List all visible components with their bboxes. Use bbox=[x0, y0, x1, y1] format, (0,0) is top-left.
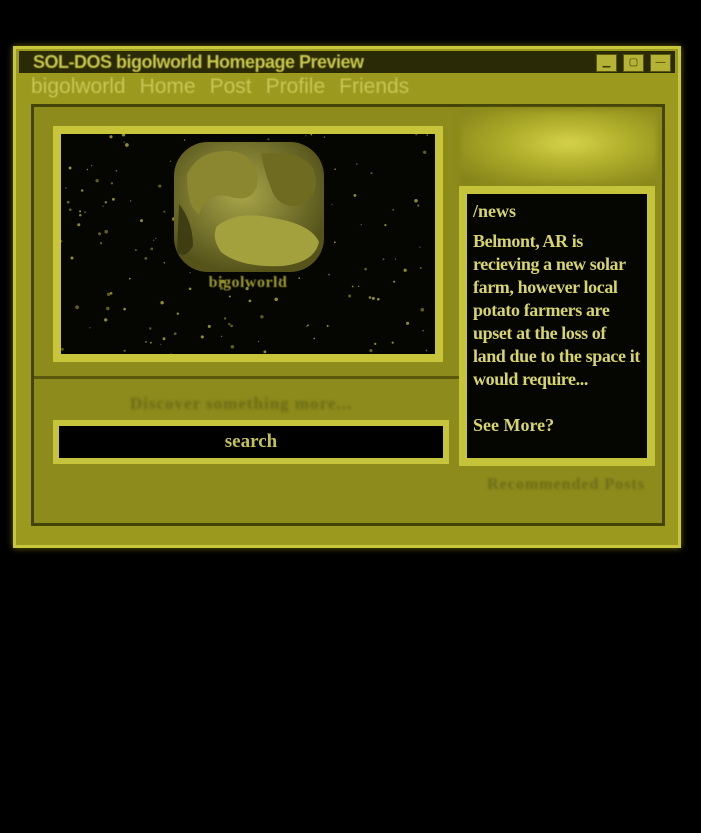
minimize-icon: ▁ bbox=[602, 57, 611, 68]
hero-banner: bigolworld bbox=[53, 126, 443, 362]
search-input[interactable] bbox=[59, 426, 443, 458]
close-icon: — bbox=[655, 57, 666, 68]
menu-item-bigolworld[interactable]: bigolworld bbox=[31, 75, 126, 99]
menu-bar: bigolworld Home Post Profile Friends bbox=[31, 75, 409, 99]
banner-logo-text: bigolworld bbox=[208, 274, 288, 291]
menu-item-friends[interactable]: Friends bbox=[339, 75, 409, 99]
app-window: SOL-DOS bigolworld Homepage Preview ▁ ▢ … bbox=[13, 46, 681, 548]
starfield-background: bigolworld bbox=[61, 134, 435, 354]
maximize-icon: ▢ bbox=[628, 57, 639, 68]
menu-item-home[interactable]: Home bbox=[140, 75, 196, 99]
news-content: /news Belmont, AR is recieving a new sol… bbox=[467, 194, 647, 458]
recommended-posts-label[interactable]: Recommended Posts bbox=[471, 476, 661, 493]
menu-item-profile[interactable]: Profile bbox=[266, 75, 326, 99]
see-more-link[interactable]: See More? bbox=[473, 415, 641, 436]
window-title: SOL-DOS bigolworld Homepage Preview bbox=[33, 51, 364, 72]
title-bar[interactable]: SOL-DOS bigolworld Homepage Preview ▁ ▢ … bbox=[19, 51, 675, 73]
minimize-button[interactable]: ▁ bbox=[596, 54, 617, 72]
maximize-button[interactable]: ▢ bbox=[623, 54, 644, 72]
discover-prompt: Discover something more... bbox=[129, 394, 353, 413]
search-box bbox=[53, 420, 449, 464]
section-divider bbox=[31, 376, 459, 379]
homepage-content: bigolworld Discover something more... /n… bbox=[31, 104, 665, 526]
close-button[interactable]: — bbox=[650, 54, 671, 72]
decorative-glow bbox=[461, 110, 657, 184]
news-heading: /news bbox=[473, 201, 517, 221]
window-controls: ▁ ▢ — bbox=[596, 54, 671, 72]
globe-logo-icon bbox=[174, 142, 324, 272]
news-panel: /news Belmont, AR is recieving a new sol… bbox=[459, 186, 655, 466]
menu-item-post[interactable]: Post bbox=[210, 75, 252, 99]
news-body: Belmont, AR is recieving a new solar far… bbox=[473, 231, 640, 389]
